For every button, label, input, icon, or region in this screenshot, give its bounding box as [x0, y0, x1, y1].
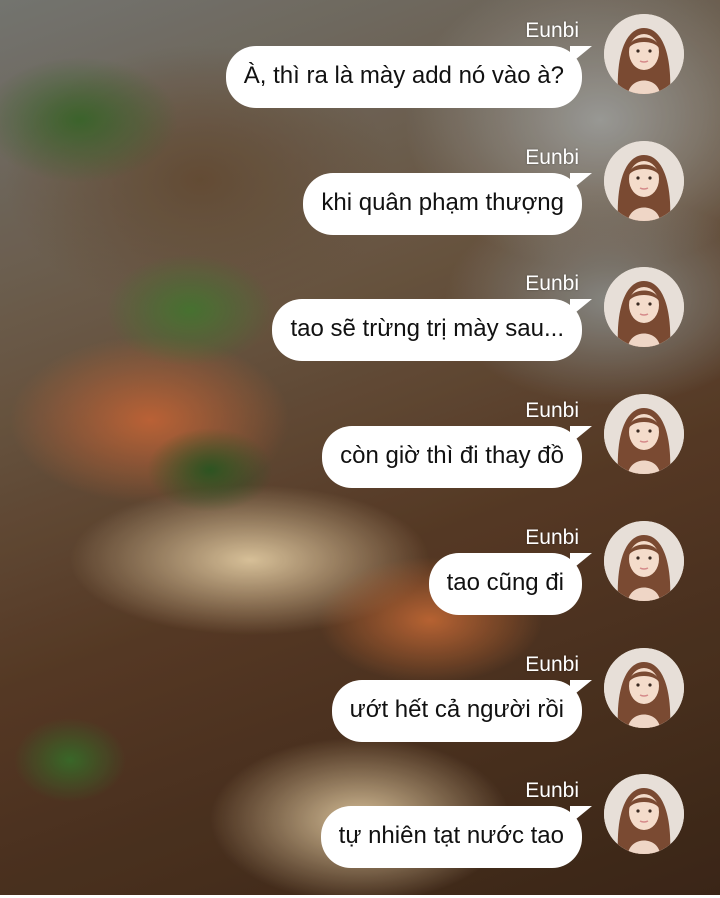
- sender-avatar-icon[interactable]: [604, 14, 684, 94]
- sender-name: Eunbi: [525, 653, 579, 676]
- message-bubble[interactable]: tự nhiên tạt nước tao: [320, 806, 593, 868]
- sender-name: Eunbi: [525, 779, 579, 802]
- message-row: Eunbi tao sẽ trừng trị mày sau...: [0, 267, 720, 391]
- message-bubble[interactable]: khi quân phạm thượng: [303, 173, 592, 235]
- message-bubble[interactable]: tao sẽ trừng trị mày sau...: [272, 299, 592, 361]
- sender-name: Eunbi: [525, 272, 579, 295]
- sender-name: Eunbi: [525, 526, 579, 549]
- message-row: Eunbi tự nhiên tạt nước tao: [0, 774, 720, 898]
- message-bubble[interactable]: ướt hết cả người rồi: [331, 680, 593, 742]
- sender-avatar-icon[interactable]: [604, 267, 684, 347]
- sender-avatar-icon[interactable]: [604, 648, 684, 728]
- sender-name: Eunbi: [525, 146, 579, 169]
- sender-avatar-icon[interactable]: [604, 774, 684, 854]
- sender-name: Eunbi: [525, 399, 579, 422]
- message-row: Eunbi còn giờ thì đi thay đồ: [0, 394, 720, 518]
- sender-avatar-icon[interactable]: [604, 141, 684, 221]
- message-row: Eunbi khi quân phạm thượng: [0, 141, 720, 265]
- message-bubble[interactable]: còn giờ thì đi thay đồ: [322, 426, 592, 488]
- chat-thread: Eunbi À, thì ra là mày add nó vào à? Eun…: [0, 0, 720, 895]
- message-row: Eunbi tao cũng đi: [0, 521, 720, 645]
- message-bubble[interactable]: tao cũng đi: [428, 553, 593, 615]
- sender-avatar-icon[interactable]: [604, 521, 684, 601]
- message-bubble[interactable]: À, thì ra là mày add nó vào à?: [225, 46, 593, 108]
- message-row: Eunbi ướt hết cả người rồi: [0, 648, 720, 772]
- message-row: Eunbi À, thì ra là mày add nó vào à?: [0, 14, 720, 138]
- sender-avatar-icon[interactable]: [604, 394, 684, 474]
- sender-name: Eunbi: [525, 19, 579, 42]
